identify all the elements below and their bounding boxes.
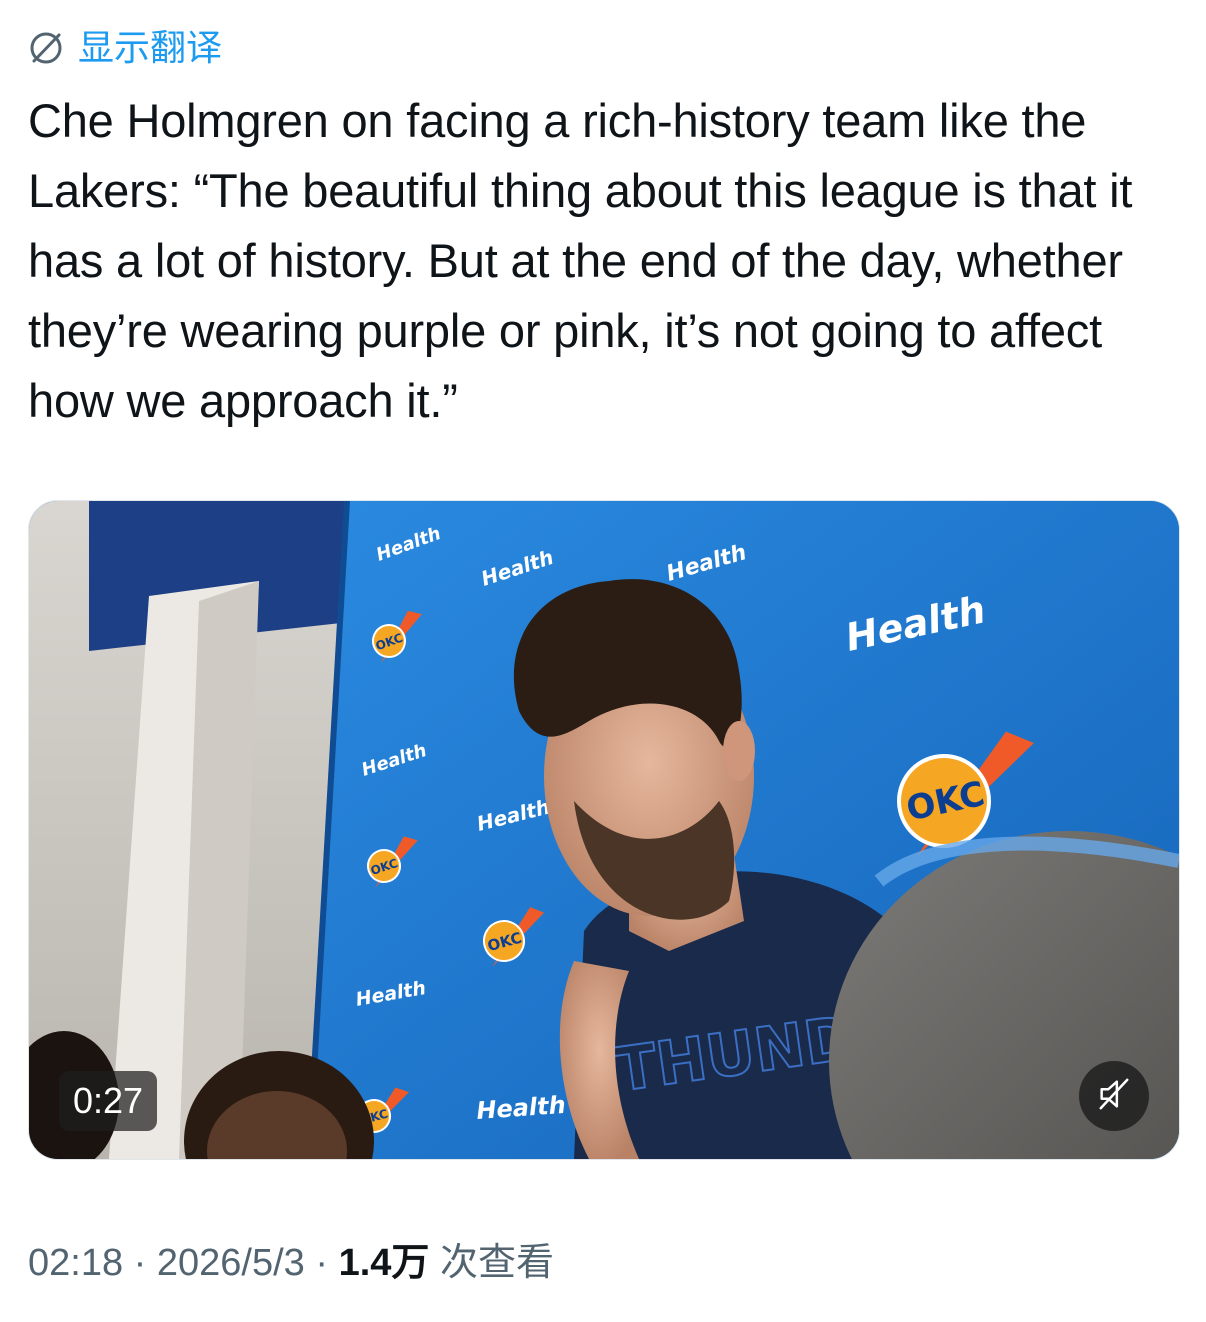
video-player[interactable]: Health Health Health Health Health Healt… [28,500,1180,1160]
speaker-muted-icon [1095,1075,1133,1118]
view-count: 1.4万 [338,1242,430,1284]
tweet-text: Che Holmgren on facing a rich-history te… [28,94,1146,427]
tweet-meta: 02:18 · 2026/5/3 · 1.4万 次查看 [28,1238,554,1288]
meta-separator: · [304,1242,339,1284]
tweet-time[interactable]: 02:18 [28,1238,123,1288]
tweet-date[interactable]: 2026/5/3 [157,1238,305,1288]
meta-separator: · [123,1242,157,1284]
globe-translate-icon [26,28,66,68]
show-translation-link[interactable]: 显示翻译 [26,26,222,70]
view-count-label: 次查看 [429,1242,554,1284]
video-frame: Health Health Health Health Health Healt… [29,501,1179,1159]
video-duration-badge: 0:27 [59,1071,158,1131]
show-translation-label: 显示翻译 [78,27,223,68]
mute-toggle-button[interactable] [1079,1061,1149,1131]
